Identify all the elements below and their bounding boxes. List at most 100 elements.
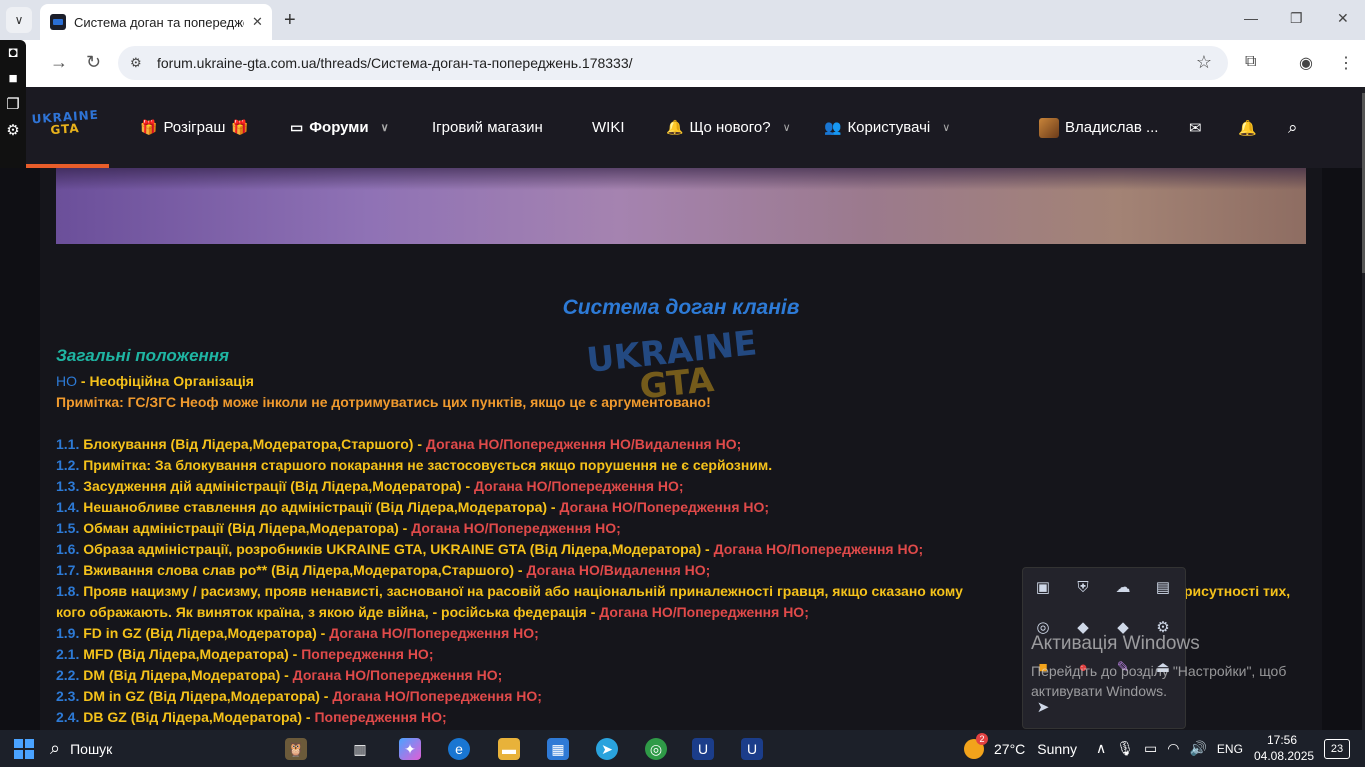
browser-tab[interactable]: Система доган та попереджень ✕: [40, 4, 272, 40]
monitor-app-icon[interactable]: ▣: [1033, 578, 1053, 598]
rule-number: 1.4.: [56, 499, 80, 515]
rule-number: 2.1.: [56, 646, 80, 662]
weather-sun-icon: 2: [964, 732, 988, 759]
nav-users[interactable]: 👥 Користувачі ∨: [824, 87, 950, 168]
activation-text-line-2: активувати Windows.: [1031, 683, 1167, 699]
chat-icon: ▭: [290, 119, 304, 135]
abbr-meaning: - Неофіційна Організація: [77, 373, 254, 389]
volume-icon[interactable]: 🔊: [1189, 740, 1206, 757]
rule-number: 1.5.: [56, 520, 80, 536]
menu-kebab-icon[interactable]: ⋮: [1338, 53, 1354, 73]
nav-users-label: Користувачі: [847, 119, 931, 136]
nav-whats-new[interactable]: 🔔 Що нового? ∨: [666, 87, 791, 168]
rule-number: 1.9.: [56, 625, 80, 641]
language-indicator[interactable]: ENG: [1217, 742, 1243, 756]
rule-number: 1.2.: [56, 457, 80, 473]
rule-line: 1.6. Образа адміністрації, розробників U…: [56, 541, 923, 557]
edge-browser-icon[interactable]: e: [448, 738, 470, 760]
address-bar[interactable]: ⚙ forum.ukraine-gta.com.ua/threads/Систе…: [118, 46, 1228, 80]
reload-icon[interactable]: ↻: [86, 52, 101, 73]
weather-badge: 2: [976, 732, 988, 745]
battery-icon[interactable]: ▭: [1144, 740, 1157, 757]
nav-wiki[interactable]: WIKI: [592, 87, 625, 168]
nav-forums[interactable]: ▭ Форуми ∨: [290, 87, 389, 168]
rule-penalty: Догана НО/Попередження НО/Видалення НО;: [425, 436, 742, 452]
chevron-down-icon[interactable]: ∨: [381, 121, 389, 134]
rule-text: Блокування (Від Лідера,Модератора,Старшо…: [79, 436, 426, 452]
banner-image: [56, 168, 1306, 244]
nav-forums-label: Форуми: [309, 119, 369, 136]
notification-count: 23: [1330, 743, 1344, 755]
restore-icon[interactable]: ❐: [1290, 10, 1303, 27]
network-app-icon[interactable]: ▤: [1153, 578, 1173, 598]
window-close-icon[interactable]: ✕: [1337, 10, 1349, 27]
profile-icon[interactable]: ◉: [1299, 53, 1313, 73]
minimize-icon[interactable]: —: [1244, 10, 1258, 26]
task-view-icon[interactable]: ▥: [349, 738, 371, 760]
tab-close-icon[interactable]: ✕: [252, 14, 263, 30]
telegram-tray-icon[interactable]: ➤: [1033, 698, 1053, 718]
tray-overflow-chevron-icon[interactable]: ∧: [1096, 740, 1106, 757]
rule-line: 2.2. DM (Від Лідера,Модератора) - Догана…: [56, 667, 502, 683]
capture-toolbar: ◘ ■ ❐ ⚙: [0, 40, 26, 168]
copilot-icon[interactable]: ✦: [399, 738, 421, 760]
alerts-bell-icon[interactable]: 🔔: [1238, 87, 1257, 168]
taskbar-clock[interactable]: 17:56 04.08.2025: [1254, 732, 1315, 764]
forward-icon[interactable]: →: [50, 52, 68, 73]
rule-number: 1.7.: [56, 562, 80, 578]
rule-text: Засудження дій адміністрації (Від Лідера…: [79, 478, 475, 494]
microsoft-store-icon[interactable]: ▦: [547, 738, 569, 760]
nav-giveaway-label: Розіграш: [163, 119, 226, 136]
chrome-icon[interactable]: ◎: [645, 738, 667, 760]
rule-line: 1.1. Блокування (Від Лідера,Модератора,С…: [56, 436, 741, 452]
activation-title: Активація Windows: [1031, 633, 1200, 654]
nav-shop-label: Ігровий магазин: [432, 119, 543, 136]
rule-text: MFD (Від Лідера,Модератора) -: [79, 646, 302, 662]
chevron-down-icon[interactable]: ∨: [942, 121, 950, 134]
video-record-icon[interactable]: ■: [0, 66, 26, 92]
system-tray: ∧ 🎙 ▭ ◠ 🔊 ENG: [1096, 730, 1253, 767]
nav-giveaway[interactable]: 🎁 Розіграш 🎁: [140, 87, 255, 168]
clock-time: 17:56: [1266, 733, 1298, 747]
bookmark-star-icon[interactable]: ☆: [1196, 52, 1212, 73]
cloud-offline-icon[interactable]: ☁: [1113, 578, 1133, 598]
gift-icon: 🎁: [140, 119, 158, 135]
nav-shop[interactable]: Ігровий магазин: [432, 87, 543, 168]
wifi-icon[interactable]: ◠: [1167, 740, 1179, 757]
weather-widget[interactable]: 2 27°C Sunny: [964, 730, 1077, 767]
telegram-icon[interactable]: ➤: [596, 738, 618, 760]
screenshot-camera-icon[interactable]: ◘: [0, 40, 26, 66]
new-tab-icon[interactable]: +: [284, 9, 296, 32]
url-text: forum.ukraine-gta.com.ua/threads/Система…: [157, 55, 633, 71]
search-icon[interactable]: ⌕: [1288, 87, 1298, 168]
search-highlight-owl-icon[interactable]: 🦉: [285, 738, 307, 760]
activation-text-line-1: Перейдіть до розділу "Настройки", щоб: [1031, 663, 1287, 679]
clock-date: 04.08.2025: [1254, 749, 1315, 763]
game-launcher-taskbar-icon-2[interactable]: U: [741, 738, 763, 760]
rule-number: 1.6.: [56, 541, 80, 557]
settings-gear-icon[interactable]: ⚙: [0, 118, 26, 144]
inbox-icon[interactable]: ✉: [1189, 87, 1202, 168]
game-launcher-taskbar-icon[interactable]: U: [692, 738, 714, 760]
site-info-icon[interactable]: ⚙: [130, 55, 142, 71]
notification-center-icon[interactable]: 23: [1324, 739, 1350, 759]
chevron-down-icon[interactable]: ∨: [783, 121, 791, 134]
tab-search-chevron-icon[interactable]: ∨: [6, 7, 32, 33]
rule-penalty: Догана НО/Попередження НО;: [713, 541, 924, 557]
security-shield-icon[interactable]: ⛨: [1073, 578, 1093, 598]
file-explorer-icon[interactable]: ▬: [498, 738, 520, 760]
section-heading: Загальні положення: [56, 346, 230, 365]
windows-activation-watermark: Активація Windows Перейдіть до розділу "…: [1031, 633, 1286, 701]
temperature: 27°C: [994, 740, 1026, 757]
site-logo[interactable]: UKRAINE GTA: [31, 108, 100, 138]
microphone-icon[interactable]: 🎙: [1116, 740, 1134, 757]
rule-text: Образа адміністрації, розробників UKRAIN…: [79, 541, 714, 557]
user-account[interactable]: Владислав ...: [1039, 87, 1158, 168]
rule-text: DM (Від Лідера,Модератора) -: [79, 667, 293, 683]
windows-icon[interactable]: ❐: [0, 92, 26, 118]
note-line: Примітка: ГС/ЗГС Неоф може інколи не дот…: [56, 394, 711, 410]
username-label: Владислав ...: [1065, 119, 1159, 136]
windows-start-icon[interactable]: [14, 739, 34, 759]
rule-line: 1.8. Прояв нацизму / расизму, прояв нена…: [56, 583, 963, 599]
extensions-icon[interactable]: ⧉: [1245, 53, 1256, 71]
